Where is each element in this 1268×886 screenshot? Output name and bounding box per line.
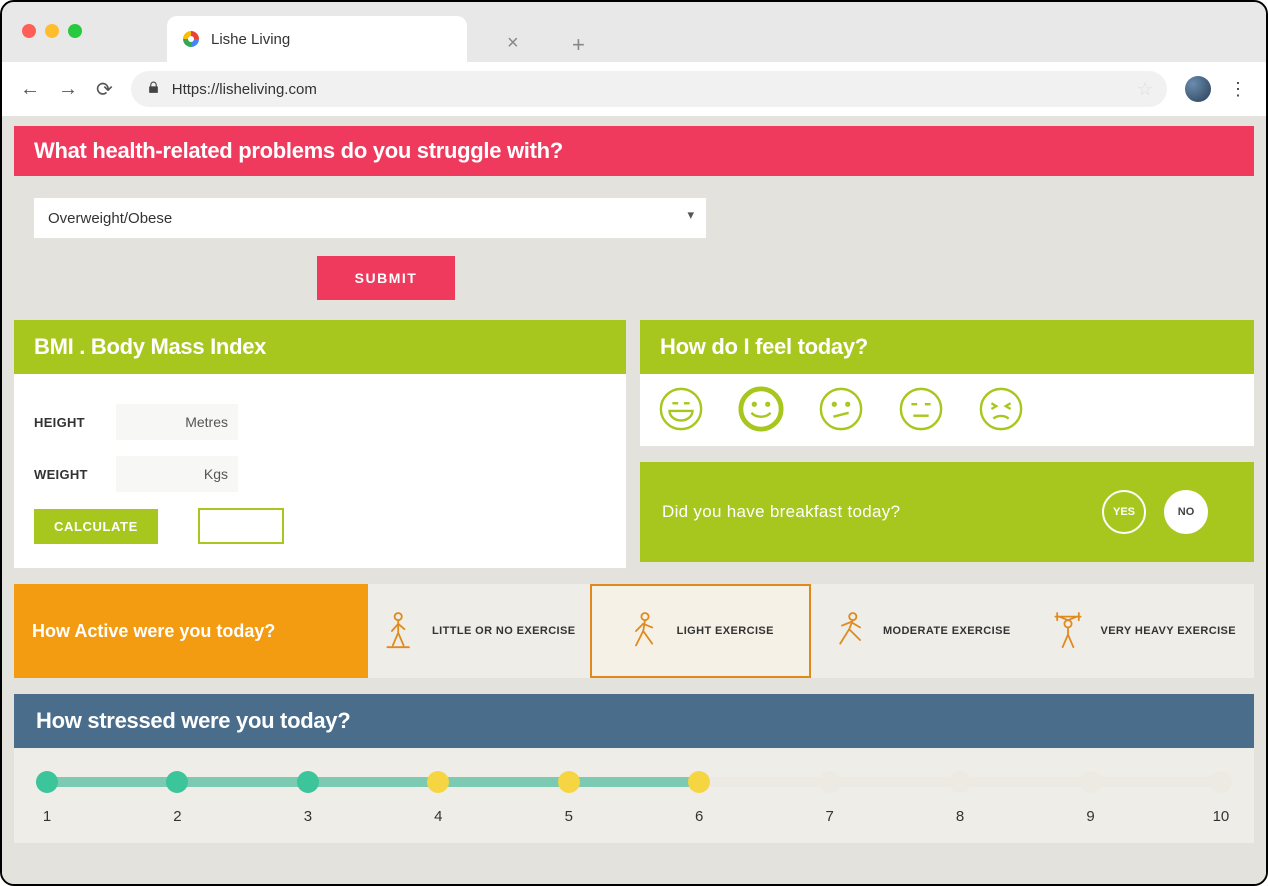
activity-option-label: VERY HEAVY EXERCISE: [1100, 625, 1236, 637]
breakfast-question: Did you have breakfast today?: [662, 502, 1084, 522]
stress-dot-4[interactable]: [427, 771, 449, 793]
tab-title: Lishe Living: [211, 31, 290, 48]
stress-dot-5[interactable]: [558, 771, 580, 793]
window-close-icon[interactable]: [22, 24, 36, 38]
activity-option-label: LITTLE OR NO EXERCISE: [432, 625, 575, 637]
tab-close-icon[interactable]: ×: [507, 32, 519, 55]
mood-heading: How do I feel today?: [640, 320, 1254, 374]
reload-icon[interactable]: ⟳: [96, 77, 113, 102]
kebab-menu-icon[interactable]: ⋮: [1229, 79, 1248, 100]
submit-button[interactable]: SUBMIT: [317, 256, 456, 300]
height-input[interactable]: [116, 404, 238, 440]
person-walking-icon: [627, 611, 663, 651]
person-weightlifting-icon: [1050, 611, 1086, 651]
weight-input[interactable]: [116, 456, 238, 492]
breakfast-no-button[interactable]: NO: [1164, 490, 1208, 534]
stress-dot-1[interactable]: [36, 771, 58, 793]
health-problems-body: Overweight/Obese SUBMIT: [14, 176, 1254, 308]
stress-dot-3[interactable]: [297, 771, 319, 793]
weight-label: WEIGHT: [34, 467, 102, 482]
bmi-card: BMI . Body Mass Index HEIGHT WEIGHT CALC…: [14, 320, 626, 568]
browser-tabbar: Lishe Living × +: [2, 2, 1266, 62]
height-label: HEIGHT: [34, 415, 102, 430]
activity-card: How Active were you today? LITTLE OR NO …: [14, 584, 1254, 678]
person-running-icon: [833, 611, 869, 651]
back-icon[interactable]: ←: [20, 78, 40, 101]
activity-heading: How Active were you today?: [14, 584, 368, 678]
page-content: What health-related problems do you stru…: [2, 116, 1266, 884]
mood-meh-icon[interactable]: [898, 386, 944, 432]
new-tab-icon[interactable]: +: [572, 32, 585, 58]
stress-dot-9[interactable]: [1080, 771, 1102, 793]
mood-happy-icon[interactable]: [738, 386, 784, 432]
person-standing-icon: [382, 611, 418, 651]
stress-dot-6[interactable]: [688, 771, 710, 793]
bmi-result-box: [198, 508, 284, 544]
mood-neutral-icon[interactable]: [818, 386, 864, 432]
activity-option-label: LIGHT EXERCISE: [677, 625, 774, 637]
stress-slider[interactable]: [36, 774, 1232, 790]
address-bar[interactable]: Https://lisheliving.com ☆: [131, 71, 1167, 107]
mood-sad-icon[interactable]: [978, 386, 1024, 432]
activity-option-label: MODERATE EXERCISE: [883, 625, 1011, 637]
stress-dot-2[interactable]: [166, 771, 188, 793]
browser-toolbar: ← → ⟳ Https://lisheliving.com ☆ ⋮: [2, 62, 1266, 116]
health-problems-card: What health-related problems do you stru…: [14, 126, 1254, 308]
bmi-heading: BMI . Body Mass Index: [14, 320, 626, 374]
stress-label-9: 9: [1080, 808, 1102, 825]
activity-option-heavy[interactable]: VERY HEAVY EXERCISE: [1033, 584, 1255, 678]
active-tab[interactable]: Lishe Living: [167, 16, 467, 62]
activity-option-none[interactable]: LITTLE OR NO EXERCISE: [368, 584, 590, 678]
breakfast-yes-button[interactable]: YES: [1102, 490, 1146, 534]
stress-dot-8[interactable]: [949, 771, 971, 793]
stress-label-4: 4: [427, 808, 449, 825]
activity-option-moderate[interactable]: MODERATE EXERCISE: [811, 584, 1033, 678]
bookmark-star-icon[interactable]: ☆: [1137, 79, 1153, 100]
stress-card: How stressed were you today? 1 2 3 4 5 6 7 8 9 10: [14, 694, 1254, 843]
stress-dot-10[interactable]: [1210, 771, 1232, 793]
stress-label-2: 2: [166, 808, 188, 825]
stress-label-1: 1: [36, 808, 58, 825]
window-minimize-icon[interactable]: [45, 24, 59, 38]
profile-avatar[interactable]: [1185, 76, 1211, 102]
stress-label-5: 5: [558, 808, 580, 825]
breakfast-card: Did you have breakfast today? YES NO: [640, 462, 1254, 562]
lock-icon: [147, 81, 160, 98]
url-text: Https://lisheliving.com: [172, 81, 317, 98]
stress-label-7: 7: [819, 808, 841, 825]
calculate-button[interactable]: CALCULATE: [34, 509, 158, 544]
browser-window: Lishe Living × + ← → ⟳ Https://lishelivi…: [0, 0, 1268, 886]
mood-very-happy-icon[interactable]: [658, 386, 704, 432]
health-condition-select[interactable]: Overweight/Obese: [34, 198, 706, 238]
stress-label-10: 10: [1210, 808, 1232, 825]
health-problems-heading: What health-related problems do you stru…: [14, 126, 1254, 176]
window-maximize-icon[interactable]: [68, 24, 82, 38]
stress-label-8: 8: [949, 808, 971, 825]
window-controls: [22, 24, 82, 38]
stress-label-6: 6: [688, 808, 710, 825]
stress-heading: How stressed were you today?: [14, 694, 1254, 748]
activity-option-light[interactable]: LIGHT EXERCISE: [590, 584, 812, 678]
stress-label-3: 3: [297, 808, 319, 825]
chrome-favicon-icon: [183, 31, 199, 47]
mood-card: How do I feel today?: [640, 320, 1254, 446]
forward-icon[interactable]: →: [58, 78, 78, 101]
stress-dot-7[interactable]: [819, 771, 841, 793]
